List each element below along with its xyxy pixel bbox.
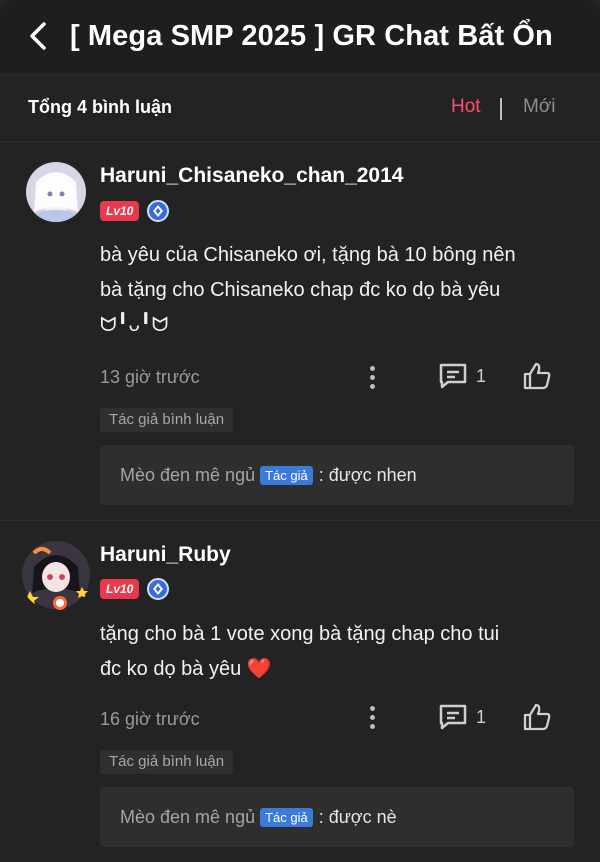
reply-preview[interactable]: Mèo đen mê ngủ Tác giả : được nè [100,787,574,847]
reply-text: : được nè [318,806,397,827]
more-options-button[interactable] [360,362,384,392]
comment-username[interactable]: Haruni_Ruby [100,543,231,567]
comment-icon [439,363,467,389]
comment-timestamp: 16 giờ trước [100,709,200,729]
reply-button[interactable]: 1 [438,361,486,391]
comment-text: bà yêu của Chisaneko ơi, tặng bà 10 bông… [100,244,516,336]
comment-username[interactable]: Haruni_Chisaneko_chan_2014 [100,164,403,188]
comment-icon [439,704,467,730]
author-badge: Tác giả [260,807,313,827]
avatar[interactable] [26,162,86,222]
page-title: [ Mega SMP 2025 ] GR Chat Bất Ổn [70,20,553,52]
level-badge: Lv10 [100,201,140,221]
more-options-button[interactable] [360,702,384,732]
author-comment-tag: Tác giả bình luận [100,750,234,774]
sort-hot-tab[interactable]: Hot [451,96,481,118]
comment-timestamp: 13 giờ trước [100,367,200,387]
comment-item: Haruni_Ruby Lv10 tặng cho bà 1 vote xong… [0,521,600,862]
heart-emoji-icon: ❤️ [246,658,272,680]
user-badges: Lv10 [100,578,170,600]
sort-new-tab[interactable]: Mới [523,96,556,118]
reply-author-name[interactable]: Mèo đen mê ngủ [120,807,255,828]
top-bar: [ Mega SMP 2025 ] GR Chat Bất Ổn [0,0,600,75]
reply-count: 1 [476,365,487,386]
like-button[interactable] [522,702,552,732]
avatar[interactable] [20,539,92,611]
author-comment-tag: Tác giả bình luận [100,408,234,432]
comment-text: tặng cho bà 1 vote xong bà tặng chap cho… [100,623,500,680]
thumbs-up-icon [523,703,551,731]
reply-text: : được nhen [318,464,417,485]
level-badge: Lv10 [100,579,140,599]
like-button[interactable] [522,361,552,391]
sort-divider [500,98,502,120]
back-button[interactable] [20,18,56,54]
comment-item: Haruni_Chisaneko_chan_2014 Lv10 bà yêu c… [0,142,600,521]
user-badges: Lv10 [100,200,170,222]
vip-badge-icon [147,200,170,222]
more-dots-icon [369,705,375,711]
thumbs-up-icon [523,362,551,390]
more-dots-icon [369,365,375,371]
author-badge: Tác giả [260,465,313,485]
reply-preview[interactable]: Mèo đen mê ngủ Tác giả : được nhen [100,445,574,505]
vip-badge-icon [147,578,170,600]
chevron-left-icon [30,22,46,50]
reply-button[interactable]: 1 [438,702,486,732]
reply-author-name[interactable]: Mèo đen mê ngủ [120,465,255,486]
comment-total: Tổng 4 bình luận [28,97,172,117]
reply-count: 1 [476,706,487,727]
comment-sort-bar: Tổng 4 bình luận Hot Mới [0,75,600,142]
